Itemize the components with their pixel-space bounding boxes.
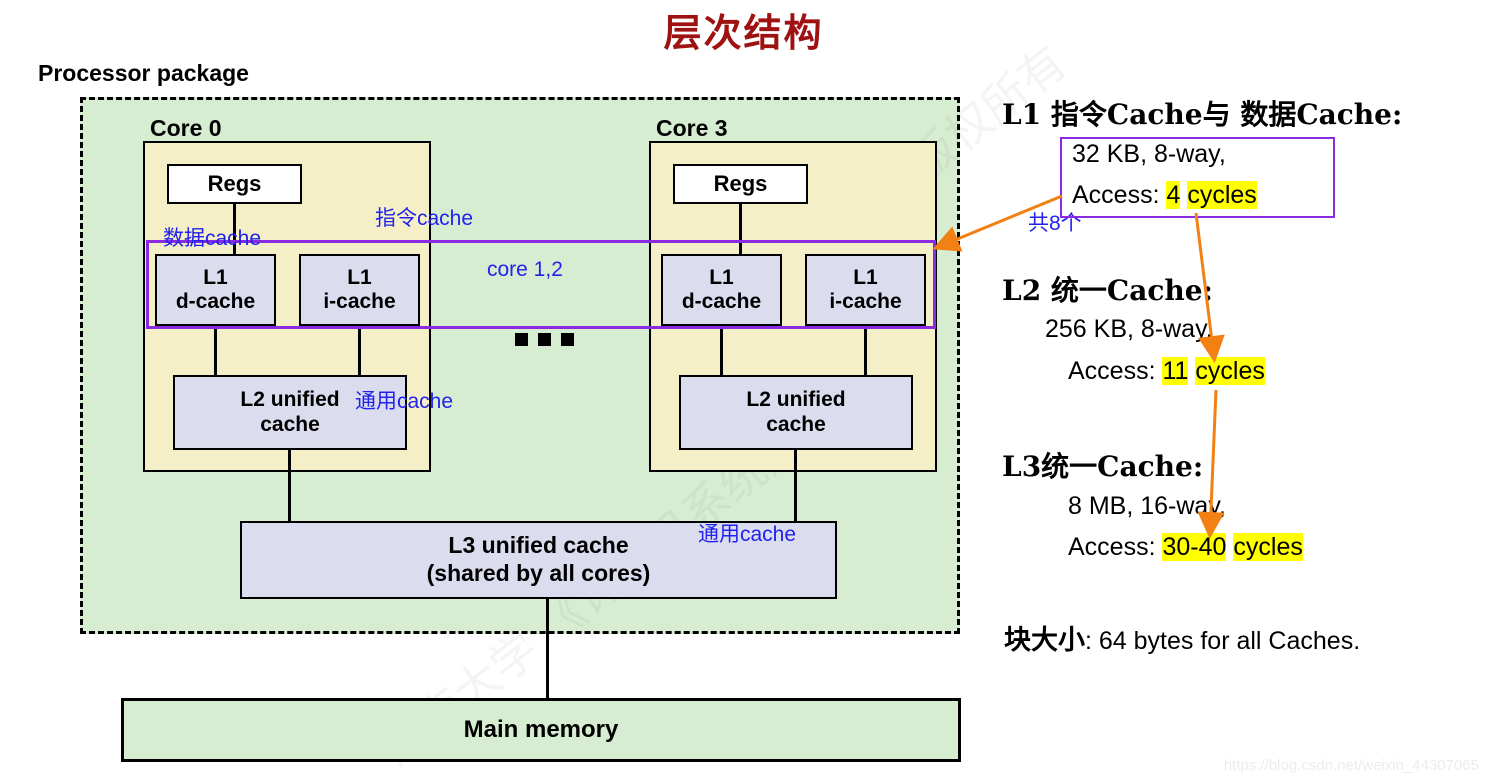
core-0-l2-to-l3-connector [288, 450, 291, 522]
core-0-l1i-connector [358, 326, 361, 376]
ellipsis-dot-3 [561, 333, 574, 346]
annotation-core-12: core 1,2 [487, 258, 563, 281]
l1-access-value: 4 [1166, 181, 1181, 209]
block-size-value: : 64 bytes for all Caches. [1085, 627, 1361, 655]
annotation-data-cache: 数据cache [163, 227, 262, 250]
l3-access-line: Access: 30-40 cycles [1068, 533, 1303, 562]
main-memory-box: Main memory [121, 698, 961, 762]
core-0-label: Core 0 [150, 115, 222, 141]
ellipsis-dot-1 [515, 333, 528, 346]
l3-access-label: Access: [1068, 533, 1163, 561]
processor-package-label: Processor package [38, 60, 249, 86]
l3-line2: (shared by all cores) [426, 560, 651, 586]
block-size-line: 块大小: 64 bytes for all Caches. [1004, 618, 1360, 657]
l3-access-unit: cycles [1233, 533, 1303, 561]
core-0-l2-line1: L2 unified [240, 388, 340, 412]
ellipsis-dot-2 [538, 333, 551, 346]
l3-heading: L3统一Cache: [1002, 450, 1204, 483]
l2-access-unit: cycles [1195, 357, 1265, 385]
l1-cache-group-highlight-rect [146, 240, 936, 329]
l3-access-value: 30-40 [1162, 533, 1227, 561]
l1-access-line: Access: 4 cycles [1072, 181, 1257, 210]
l1-access-label: Access: [1072, 181, 1167, 209]
l2-heading: L2 统一Cache: [1002, 274, 1213, 307]
core-3-l2-to-l3-connector [794, 450, 797, 522]
l2-access-value: 11 [1162, 357, 1189, 385]
core-0-l2-line2: cache [260, 412, 320, 436]
annotation-instr-cache: 指令cache [375, 207, 474, 230]
core-3-l2-line2: cache [766, 412, 826, 436]
page-title: 层次结构 [663, 11, 824, 55]
l3-size: 8 MB, 16-way, [1068, 492, 1226, 520]
l2-access-label: Access: [1068, 357, 1163, 385]
annotation-l3-generic-cache: 通用cache [698, 523, 797, 546]
core-3-l2-line1: L2 unified [746, 388, 846, 412]
core-3-l1d-connector [720, 326, 723, 376]
watermark-url: https://blog.csdn.net/weixin_44307065 [1223, 757, 1479, 774]
l1-heading: L1 指令Cache与 数据Cache: [1002, 98, 1403, 131]
annotation-l2-generic-cache: 通用cache [355, 390, 454, 413]
l2-access-line: Access: 11 cycles [1068, 357, 1265, 386]
core-3-label: Core 3 [656, 115, 728, 141]
l3-to-memory-connector [546, 599, 549, 699]
block-size-label: 块大小 [1004, 625, 1085, 656]
core-0-regs-box: Regs [167, 164, 302, 204]
core-3-l1i-connector [864, 326, 867, 376]
l3-line1: L3 unified cache [448, 532, 629, 559]
l1-access-unit: cycles [1187, 181, 1257, 209]
core-3-regs-box: Regs [673, 164, 808, 204]
core-0-l1d-connector [214, 326, 217, 376]
l1-size: 32 KB, 8-way, [1072, 140, 1226, 168]
l2-size: 256 KB, 8-way, [1045, 315, 1213, 343]
core-3-l2-box: L2 unified cache [679, 375, 913, 450]
